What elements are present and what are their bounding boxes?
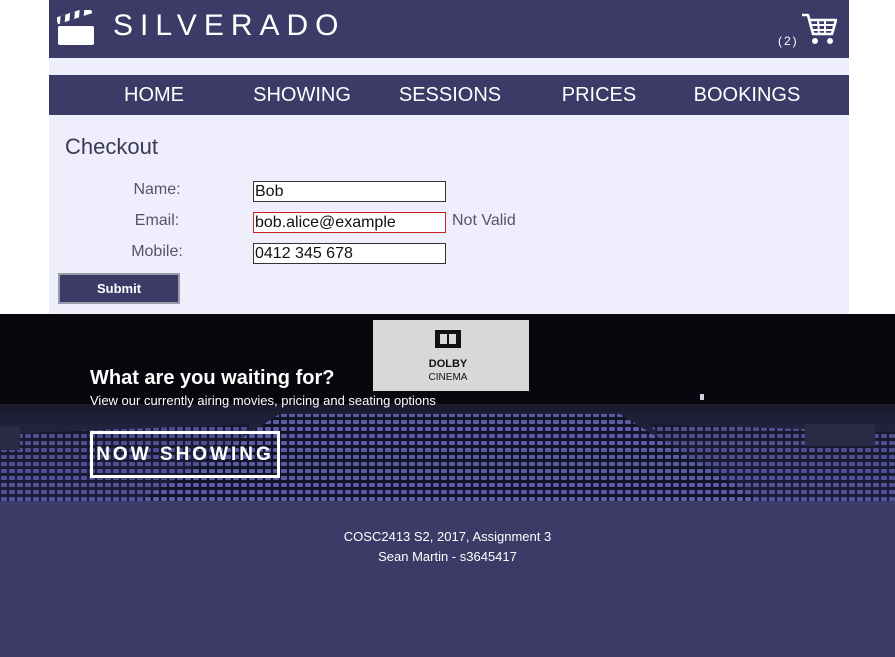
name-field[interactable]: Bob — [253, 181, 446, 202]
now-showing-button[interactable]: NOW SHOWING — [90, 431, 280, 478]
email-error-message: Not Valid — [452, 212, 516, 229]
hero-subtext: View our currently airing movies, pricin… — [90, 393, 436, 408]
checkout-section: Checkout Name: Bob Email: bob.alice@exam… — [49, 115, 849, 314]
hero-banner: DOLBY CINEMA What are you waiting for? V… — [0, 314, 895, 501]
site-header: SILVERADO (2) — [49, 0, 849, 58]
footer-course-info: COSC2413 S2, 2017, Assignment 3 — [343, 529, 552, 544]
clapperboard-icon[interactable] — [57, 10, 95, 46]
main-nav: HOME SHOWING SESSIONS PRICES BOOKINGS — [49, 75, 849, 115]
nav-sessions[interactable]: SESSIONS — [389, 75, 511, 115]
cart-count: (2) — [778, 34, 799, 48]
header-spacer — [49, 58, 849, 75]
nav-showing[interactable]: SHOWING — [242, 75, 362, 115]
email-field[interactable]: bob.alice@example — [253, 212, 446, 233]
nav-bookings[interactable]: BOOKINGS — [682, 75, 812, 115]
nav-home[interactable]: HOME — [109, 75, 199, 115]
email-label: Email: — [134, 212, 180, 229]
nav-prices[interactable]: PRICES — [549, 75, 649, 115]
mobile-field[interactable]: 0412 345 678 — [253, 243, 446, 264]
footer-author: Sean Martin - s3645417 — [378, 549, 517, 564]
screen-logo-line2: CINEMA — [429, 372, 468, 383]
shopping-cart-icon[interactable] — [801, 12, 837, 46]
submit-button[interactable]: Submit — [58, 273, 180, 304]
name-label: Name: — [133, 181, 181, 198]
screen-logo-line1: DOLBY — [429, 358, 468, 370]
page-title: Checkout — [65, 134, 158, 159]
hero-headline: What are you waiting for? — [90, 367, 335, 389]
mobile-label: Mobile: — [131, 243, 183, 260]
site-footer: COSC2413 S2, 2017, Assignment 3 Sean Mar… — [0, 501, 895, 657]
brand-name[interactable]: SILVERADO — [113, 9, 346, 43]
